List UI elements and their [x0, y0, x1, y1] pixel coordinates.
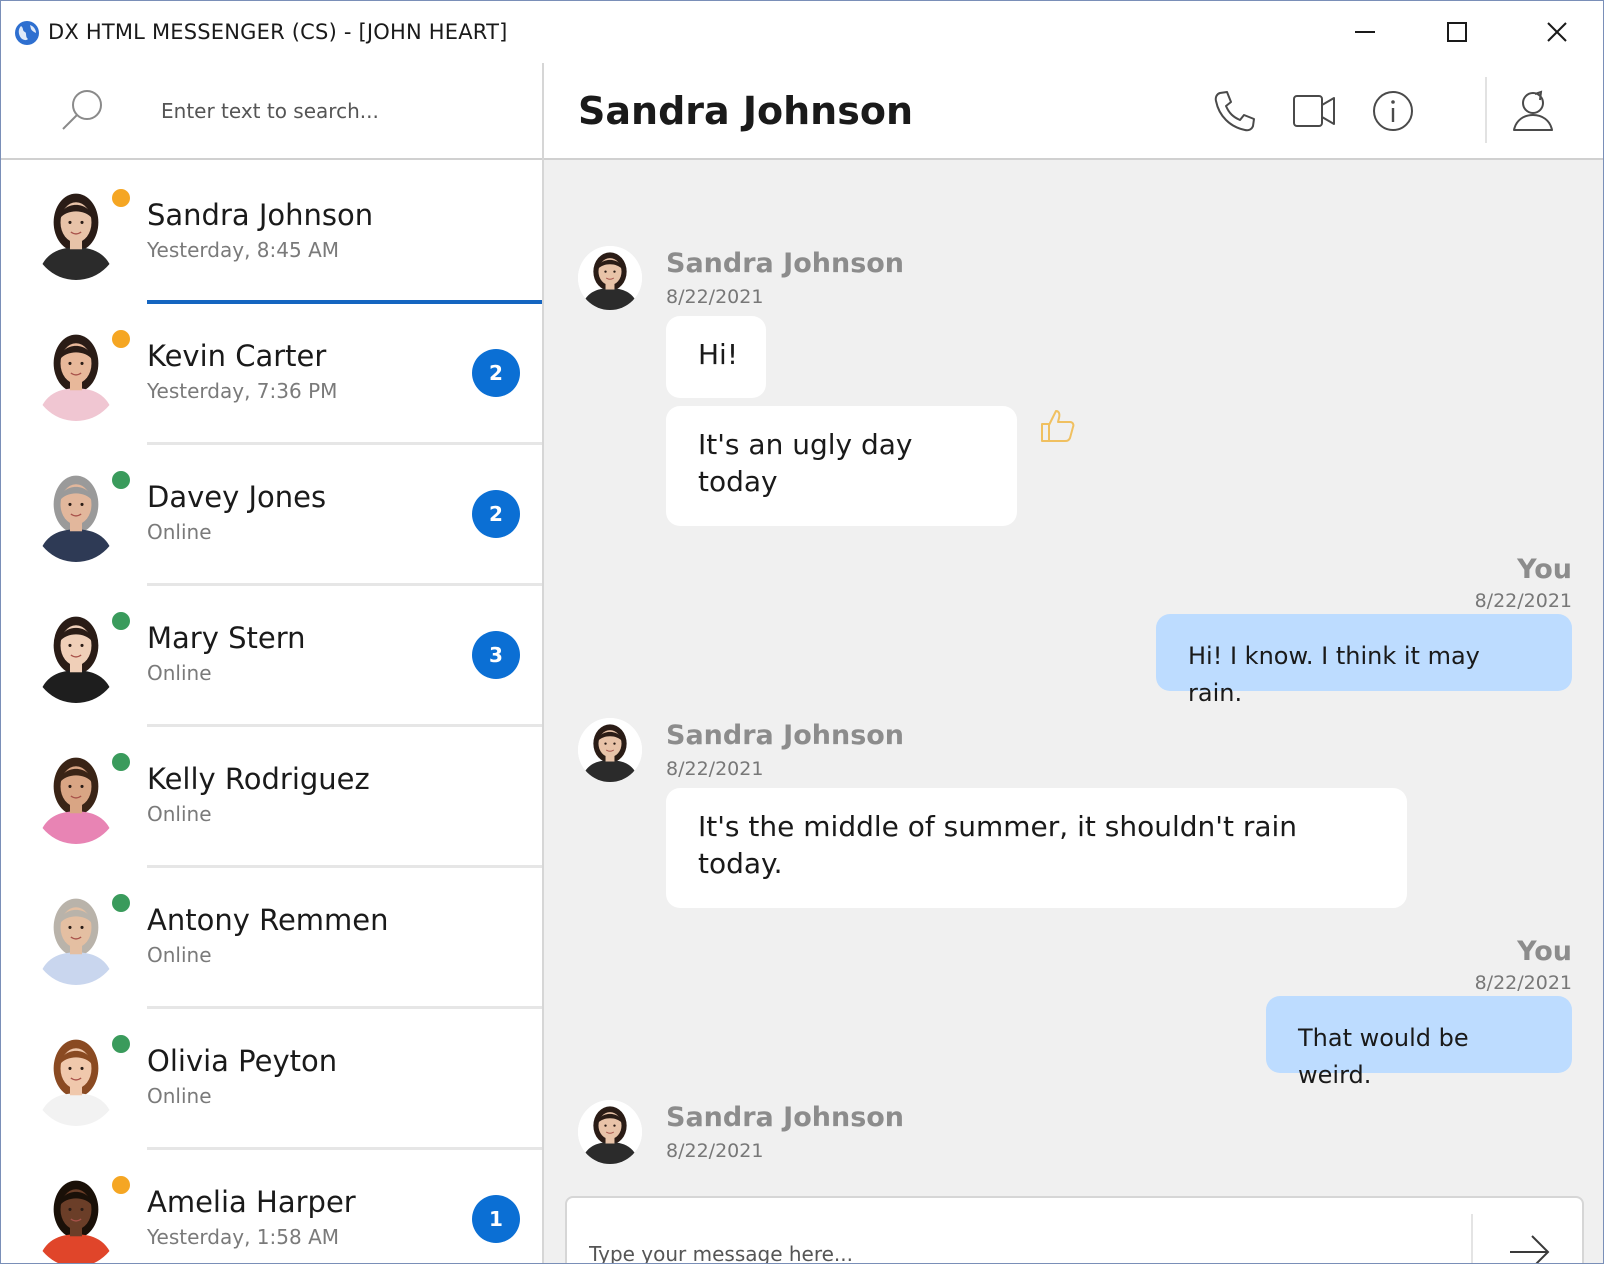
avatar [33, 748, 119, 844]
status-indicator [109, 1173, 133, 1197]
search-icon[interactable] [59, 87, 105, 133]
title-bar: DX HTML MESSENGER (CS) - [JOHN HEART] [1, 1, 1603, 63]
message-date: 8/22/2021 [666, 758, 764, 780]
contact-status-text: Yesterday, 7:36 PM [147, 379, 338, 403]
thumbs-up-icon[interactable] [1038, 406, 1078, 446]
status-indicator [109, 750, 133, 774]
message-date: 8/22/2021 [1474, 972, 1572, 994]
message-composer [565, 1196, 1584, 1263]
contact-item[interactable]: Kevin Carter Yesterday, 7:36 PM 2 [1, 301, 542, 445]
status-indicator [109, 327, 133, 351]
avatar [33, 607, 119, 703]
contact-name: Amelia Harper [147, 1185, 356, 1219]
message-bubble[interactable]: Hi! [666, 316, 766, 398]
maximize-icon [1447, 22, 1467, 42]
globe-icon [15, 21, 39, 45]
message-bubble[interactable]: Hi! I know. I think it may rain. [1156, 614, 1572, 707]
avatar [33, 466, 119, 562]
video-camera-icon [1293, 95, 1335, 127]
info-button[interactable] [1367, 85, 1419, 137]
chat-panel: Sandra Johnson Sandra Johnson 8/22/2021 … [544, 63, 1603, 1263]
contact-name: Mary Stern [147, 621, 306, 655]
message-date: 8/22/2021 [1474, 590, 1572, 612]
contact-status-text: Yesterday, 8:45 AM [147, 238, 340, 262]
chat-title: Sandra Johnson [578, 89, 914, 133]
message-bubble[interactable]: It's an ugly day today [666, 406, 1017, 526]
avatar [33, 889, 119, 985]
unread-count-badge: 2 [472, 490, 520, 538]
header-divider [1485, 77, 1487, 143]
message-author: You [1517, 936, 1572, 967]
contact-status-text: Yesterday, 1:58 AM [147, 1225, 340, 1249]
contact-name: Kevin Carter [147, 339, 327, 373]
status-indicator [109, 609, 133, 633]
contact-item[interactable]: Mary Stern Online 3 [1, 583, 542, 727]
contact-name: Davey Jones [147, 480, 327, 514]
info-icon [1373, 91, 1413, 131]
contact-item[interactable]: Davey Jones Online 2 [1, 442, 542, 586]
contact-status-text: Online [147, 1084, 212, 1108]
contact-status-text: Online [147, 802, 212, 826]
call-button[interactable] [1208, 85, 1260, 137]
message-list: Sandra Johnson 8/22/2021 Hi! It's an ugl… [544, 160, 1603, 1174]
search-input[interactable] [161, 91, 521, 131]
contact-name: Kelly Rodriguez [147, 762, 370, 796]
search-bar [1, 63, 542, 160]
message-input[interactable] [589, 1234, 1429, 1263]
contact-item[interactable]: Olivia Peyton Online [1, 1006, 542, 1150]
contact-name: Olivia Peyton [147, 1044, 338, 1078]
message-author: Sandra Johnson [666, 1102, 905, 1133]
close-button[interactable] [1511, 1, 1603, 63]
message-bubble[interactable]: That would be weird. [1266, 996, 1572, 1089]
status-indicator [109, 186, 133, 210]
contact-name: Antony Remmen [147, 903, 389, 937]
avatar [33, 1171, 119, 1263]
chat-header: Sandra Johnson [544, 63, 1603, 160]
sender-avatar [578, 246, 642, 310]
contact-status-text: Online [147, 661, 212, 685]
minimize-icon [1355, 31, 1375, 33]
phone-icon [1214, 91, 1255, 132]
contact-item[interactable]: Amelia Harper Yesterday, 1:58 AM 1 [1, 1147, 542, 1263]
video-call-button[interactable] [1288, 85, 1340, 137]
message-date: 8/22/2021 [666, 286, 764, 308]
contact-item[interactable]: Antony Remmen Online [1, 865, 542, 1009]
message-author: You [1517, 554, 1572, 585]
message-author: Sandra Johnson [666, 248, 905, 279]
send-button[interactable] [1497, 1220, 1561, 1263]
avatar [33, 184, 119, 280]
contact-status-text: Online [147, 520, 212, 544]
message-bubble[interactable]: It's the middle of summer, it shouldn't … [666, 788, 1407, 908]
messenger-window: DX HTML MESSENGER (CS) - [JOHN HEART] Sa… [0, 0, 1604, 1264]
contact-status-text: Online [147, 943, 212, 967]
close-icon [1547, 22, 1567, 42]
status-indicator [109, 1032, 133, 1056]
message-date: 8/22/2021 [666, 1140, 764, 1162]
avatar [33, 325, 119, 421]
contact-item[interactable]: Sandra Johnson Yesterday, 8:45 AM [1, 160, 542, 304]
sender-avatar [578, 718, 642, 782]
sender-avatar [578, 1100, 642, 1164]
composer-divider [1471, 1214, 1473, 1263]
maximize-button[interactable] [1411, 1, 1503, 63]
unread-count-badge: 1 [472, 1195, 520, 1243]
message-author: Sandra Johnson [666, 720, 905, 751]
minimize-button[interactable] [1319, 1, 1411, 63]
status-indicator [109, 468, 133, 492]
contacts-sidebar: Sandra Johnson Yesterday, 8:45 AM Kevin Ca… [1, 63, 544, 1263]
send-arrow-icon [1510, 1235, 1550, 1263]
profile-button[interactable] [1507, 85, 1559, 137]
contact-item[interactable]: Kelly Rodriguez Online [1, 724, 542, 868]
contact-name: Sandra Johnson [147, 198, 374, 232]
unread-count-badge: 3 [472, 631, 520, 679]
status-indicator [109, 891, 133, 915]
unread-count-badge: 2 [472, 349, 520, 397]
window-title: DX HTML MESSENGER (CS) - [JOHN HEART] [48, 20, 508, 44]
user-profile-icon [1513, 90, 1553, 131]
avatar [33, 1030, 119, 1126]
